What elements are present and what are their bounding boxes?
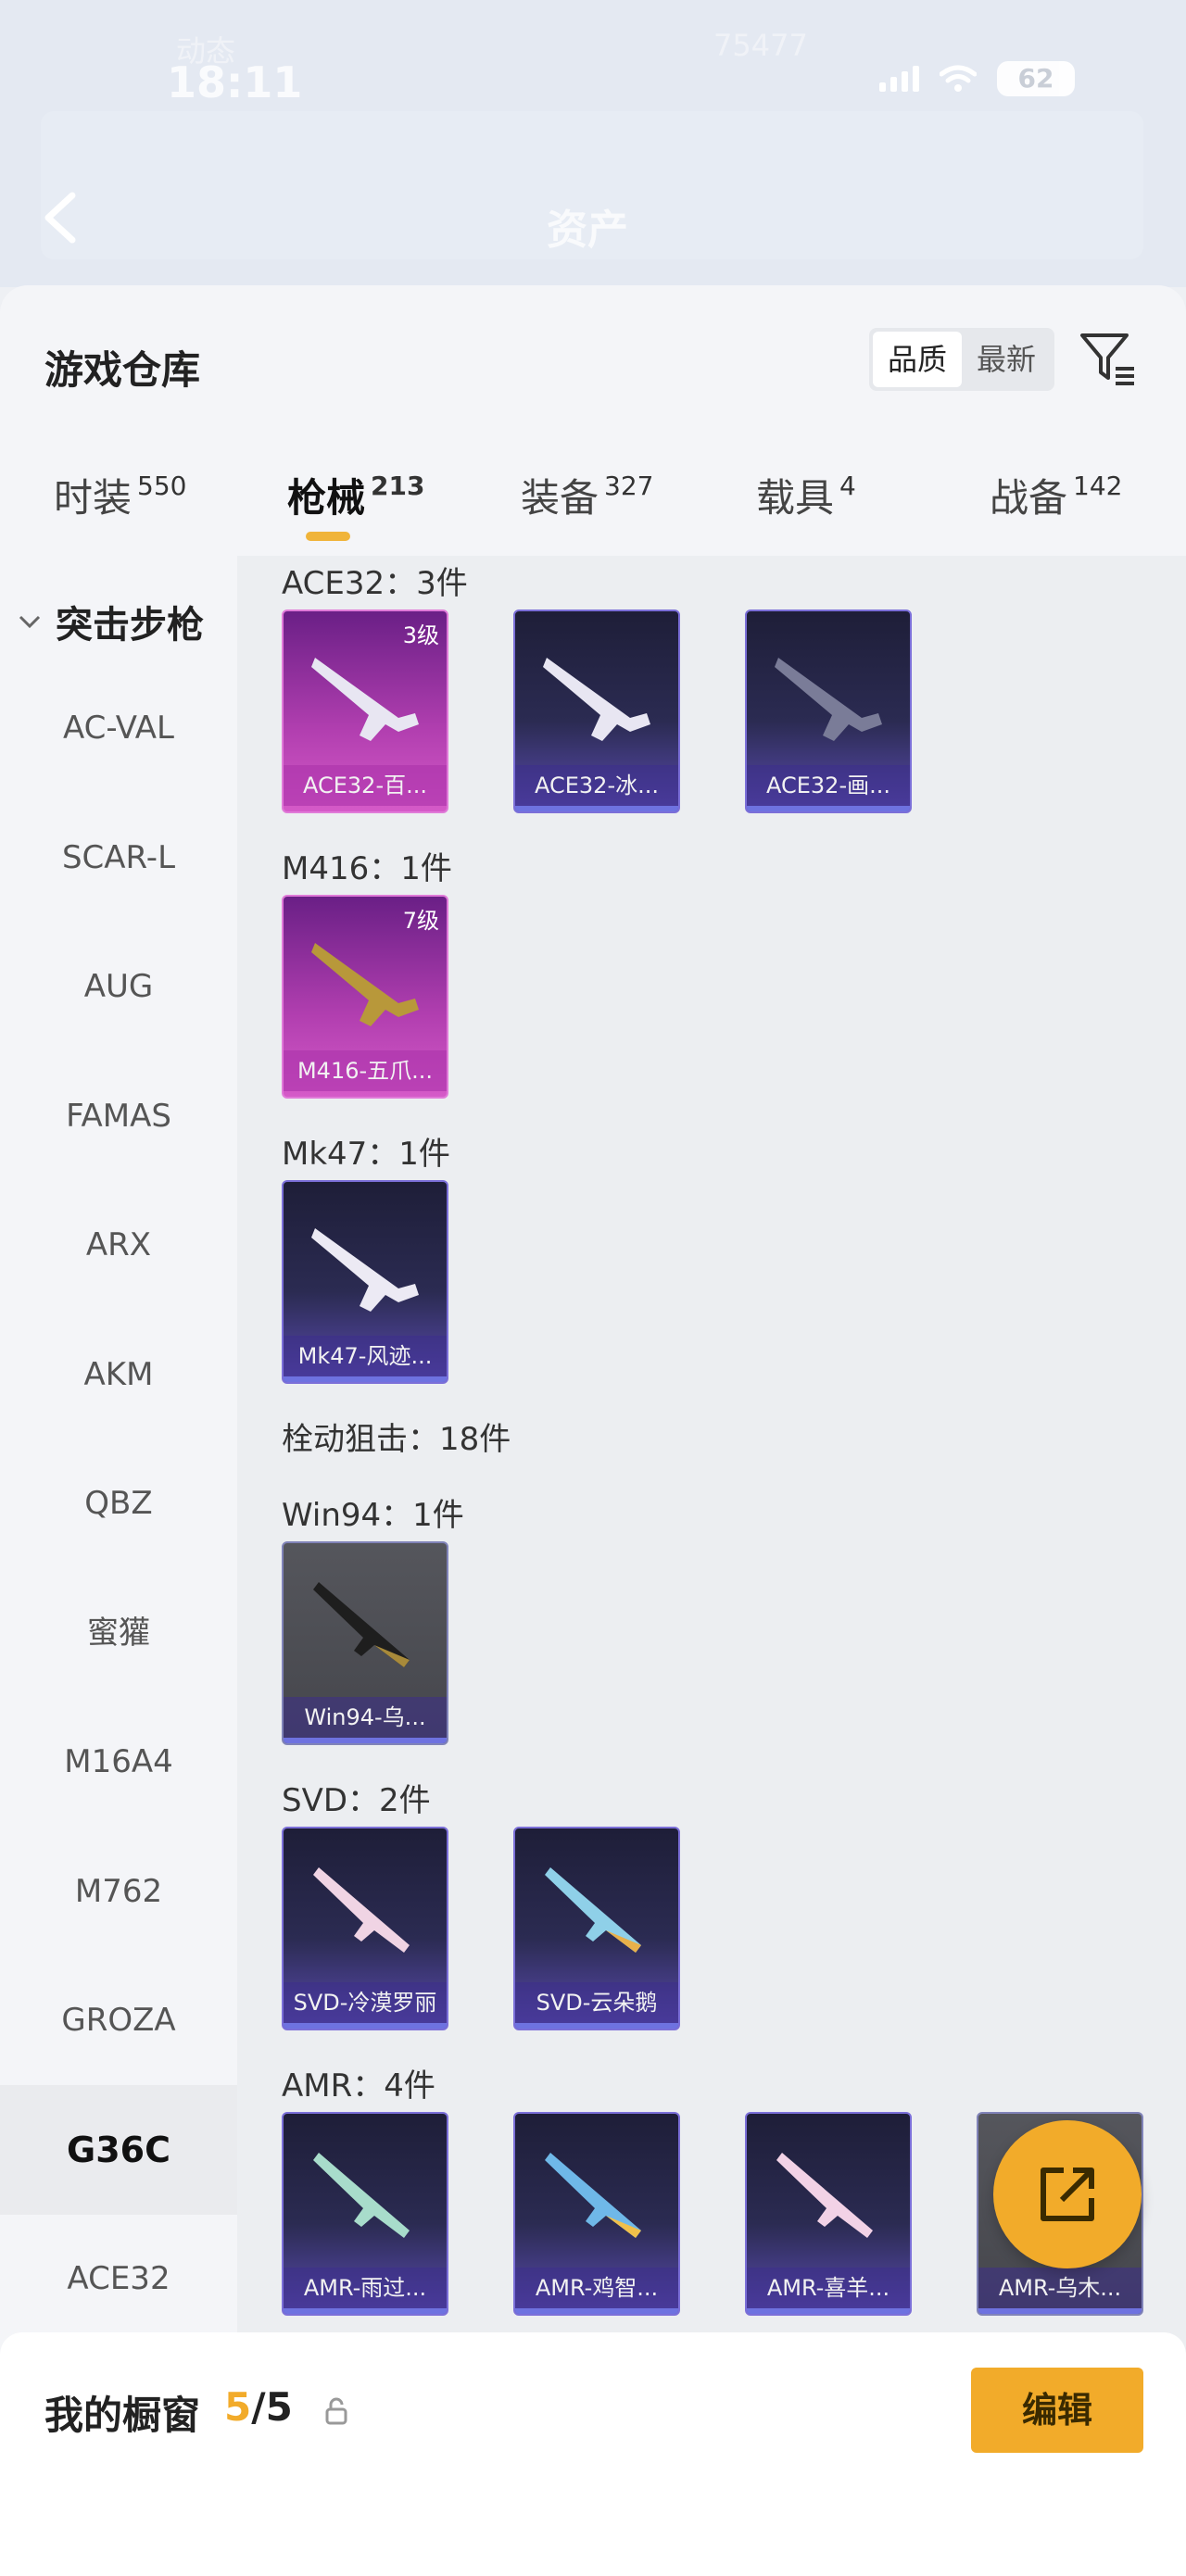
skin-card[interactable]: Mk47-风迹... xyxy=(282,1180,448,1384)
skin-card[interactable]: AMR-雨过... xyxy=(282,2112,448,2316)
showcase-bar: 我的橱窗 5/5 编辑 xyxy=(0,2332,1186,2576)
tab-equipment[interactable]: 装备 327 xyxy=(521,467,653,523)
tab-vehicles[interactable]: 载具 4 xyxy=(756,467,856,523)
sidebar-item[interactable]: ARX xyxy=(0,1180,237,1310)
tab-tactical[interactable]: 战备 142 xyxy=(990,467,1122,523)
skin-card[interactable]: SVD-云朵鹅 xyxy=(513,1827,680,2030)
group-label: M416：1件 xyxy=(282,850,452,887)
card-caption: AMR-喜羊... xyxy=(747,2268,910,2308)
sidebar-item[interactable]: AC-VAL xyxy=(0,663,237,793)
group-label: Mk47：1件 xyxy=(282,1136,450,1173)
group-label: AMR：4件 xyxy=(282,2067,435,2105)
signal-icon xyxy=(879,66,919,92)
rifle-icon xyxy=(311,943,419,1026)
sidebar-group-assault-rifle[interactable]: 突击步枪 xyxy=(17,595,204,648)
skin-card[interactable]: AMR-喜羊... xyxy=(745,2112,912,2316)
group-label: SVD：2件 xyxy=(282,1782,431,1819)
sidebar-item[interactable]: SCAR-L xyxy=(0,793,237,923)
card-caption: SVD-云朵鹅 xyxy=(515,1982,678,2023)
sidebar-item[interactable]: AUG xyxy=(0,922,237,1051)
sort-quality-button[interactable]: 品质 xyxy=(873,332,962,387)
rifle-icon xyxy=(775,658,882,741)
sidebar-item[interactable]: FAMAS xyxy=(0,1051,237,1181)
card-caption: M416-五爪... xyxy=(284,1050,447,1091)
sidebar-item[interactable]: GROZA xyxy=(0,1955,237,2085)
back-arrow-icon[interactable] xyxy=(37,190,83,245)
sidebar-item[interactable]: M762 xyxy=(0,1827,237,1956)
sort-newest-button[interactable]: 最新 xyxy=(962,332,1051,387)
skin-card[interactable]: AMR-鸡智... xyxy=(513,2112,680,2316)
sniper-rifle-icon xyxy=(545,1867,641,1953)
status-area: 动态 75477 18:11 62 资产 xyxy=(0,0,1186,287)
tab-guns[interactable]: 枪械 213 xyxy=(287,467,424,523)
rifle-icon xyxy=(311,658,419,741)
share-external-icon xyxy=(1041,2168,1094,2221)
rifle-icon xyxy=(543,658,650,741)
wifi-icon xyxy=(940,65,977,92)
chevron-down-icon xyxy=(19,615,41,629)
sidebar-item[interactable]: 蜜獾 xyxy=(0,1568,237,1698)
battery-icon: 62 xyxy=(997,61,1075,96)
card-caption: AMR-乌木... xyxy=(978,2268,1142,2308)
status-time: 18:11 xyxy=(167,57,303,107)
active-tab-indicator xyxy=(306,532,350,541)
edit-button[interactable]: 编辑 xyxy=(971,2368,1143,2453)
filter-icon[interactable] xyxy=(1079,330,1138,389)
skin-card[interactable]: ACE32-画... xyxy=(745,609,912,813)
skin-card[interactable]: Win94-乌... xyxy=(282,1541,448,1745)
group-label: 栓动狙击：18件 xyxy=(282,1421,511,1458)
tab-fashion[interactable]: 时装 550 xyxy=(54,467,186,523)
rifle-icon xyxy=(311,1228,419,1312)
card-caption: ACE32-冰... xyxy=(515,765,678,806)
sniper-rifle-icon xyxy=(313,1867,410,1953)
sidebar-item[interactable]: AKM xyxy=(0,1310,237,1439)
sidebar-item[interactable]: ACE32 xyxy=(0,2214,237,2344)
sidebar-item[interactable]: QBZ xyxy=(0,1439,237,1568)
header-title: 资产 xyxy=(547,207,628,254)
sniper-rifle-icon xyxy=(313,2153,410,2238)
skin-card[interactable]: SVD-冷漠罗丽 xyxy=(282,1827,448,2030)
showcase-title: 我的橱窗 xyxy=(44,2393,201,2438)
faint-number: 75477 xyxy=(713,28,808,63)
skin-card[interactable]: ACE32-冰... xyxy=(513,609,680,813)
skin-card[interactable]: 3级 ACE32-百... xyxy=(282,609,448,813)
sidebar-item[interactable]: M16A4 xyxy=(0,1697,237,1827)
weapon-grid: ACE32：3件 3级 ACE32-百... ACE32-冰... ACE32-… xyxy=(237,556,1186,2576)
panel-title: 游戏仓库 xyxy=(44,347,201,393)
sniper-rifle-icon xyxy=(545,2153,641,2238)
sidebar-item-active[interactable]: G36C xyxy=(0,2085,237,2215)
skin-card[interactable]: 7级 M416-五爪... xyxy=(282,895,448,1099)
sort-toggle: 品质 最新 xyxy=(869,328,1054,391)
showcase-count: 5/5 xyxy=(224,2384,293,2430)
share-fab-button[interactable] xyxy=(993,2120,1142,2268)
group-label: ACE32：3件 xyxy=(282,565,468,602)
sniper-rifle-icon xyxy=(313,1582,410,1667)
status-icons: 62 xyxy=(879,61,1075,96)
card-caption: AMR-雨过... xyxy=(284,2268,447,2308)
card-caption: Mk47-风迹... xyxy=(284,1336,447,1376)
group-label: Win94：1件 xyxy=(282,1497,464,1534)
weapon-type-sidebar: 突击步枪 AC-VAL SCAR-L AUG FAMAS ARX AKM QBZ… xyxy=(0,556,237,2576)
card-caption: AMR-鸡智... xyxy=(515,2268,678,2308)
sniper-rifle-icon xyxy=(776,2153,873,2238)
card-caption: ACE32-画... xyxy=(747,765,910,806)
card-caption: ACE32-百... xyxy=(284,765,447,806)
card-caption: SVD-冷漠罗丽 xyxy=(284,1982,447,2023)
card-caption: Win94-乌... xyxy=(284,1697,447,1738)
category-tabs: 时装 550 枪械 213 装备 327 载具 4 战备 142 xyxy=(0,452,1186,554)
lock-icon xyxy=(325,2397,347,2425)
